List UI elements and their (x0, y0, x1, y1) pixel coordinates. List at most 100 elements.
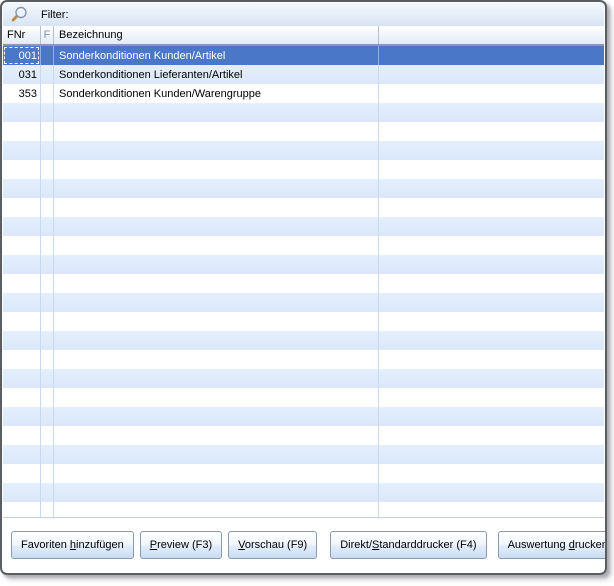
cell-bez[interactable]: Sonderkonditionen Kunden/Artikel (54, 46, 379, 65)
cell-f (41, 179, 54, 198)
cell-bez (54, 407, 379, 426)
column-header-fnr[interactable]: FNr (3, 26, 41, 44)
cell-spacer[interactable] (379, 65, 604, 84)
cell-spacer (379, 388, 604, 407)
table-row-empty (3, 198, 604, 217)
table-row-empty (3, 445, 604, 464)
cell-fnr (3, 312, 41, 331)
cell-spacer (379, 103, 604, 122)
table-row[interactable]: 031 Sonderkonditionen Lieferanten/Artikel (3, 65, 604, 84)
cell-f (41, 122, 54, 141)
cell-f (41, 198, 54, 217)
cell-fnr[interactable]: 031 (3, 65, 41, 84)
table-row-empty (3, 312, 604, 331)
cell-fnr (3, 388, 41, 407)
cell-spacer (379, 312, 604, 331)
cell-spacer (379, 217, 604, 236)
auswertung-drucken-button[interactable]: Auswertung drucken (498, 531, 607, 559)
table-row-empty (3, 141, 604, 160)
cell-spacer[interactable] (379, 84, 604, 103)
cell-spacer (379, 502, 604, 518)
table-row-empty (3, 179, 604, 198)
table-header: FNr F Bezeichnung (3, 26, 604, 46)
cell-bez[interactable]: Sonderkonditionen Kunden/Warengruppe (54, 84, 379, 103)
table-row-empty (3, 236, 604, 255)
cell-fnr (3, 160, 41, 179)
cell-f[interactable] (41, 84, 54, 103)
cell-f (41, 350, 54, 369)
table-row-empty (3, 217, 604, 236)
cell-bez (54, 331, 379, 350)
table-row[interactable]: 353 Sonderkonditionen Kunden/Warengruppe (3, 84, 604, 103)
cell-spacer (379, 179, 604, 198)
window-content: Filter: FNr F Bezeichnung 001 Sonderkondi… (3, 3, 604, 572)
cell-f (41, 483, 54, 502)
table-row-empty (3, 160, 604, 179)
cell-f[interactable] (41, 46, 54, 65)
cell-f (41, 274, 54, 293)
table-row-empty (3, 464, 604, 483)
table-body: 001 Sonderkonditionen Kunden/Artikel 031 So… (3, 46, 604, 518)
cell-f (41, 388, 54, 407)
vorschau-f9-button[interactable]: Vorschau (F9) (228, 531, 317, 559)
filter-bar: Filter: (3, 3, 604, 26)
cell-f (41, 331, 54, 350)
cell-spacer (379, 483, 604, 502)
favoriten-hinzufuegen-button[interactable]: Favoriten hinzufügen (11, 531, 134, 559)
cell-fnr (3, 369, 41, 388)
cell-bez (54, 160, 379, 179)
cell-bez (54, 122, 379, 141)
cell-fnr[interactable]: 353 (3, 84, 41, 103)
cell-fnr (3, 293, 41, 312)
table-row-empty (3, 502, 604, 518)
cell-fnr (3, 255, 41, 274)
cell-fnr (3, 122, 41, 141)
cell-f (41, 255, 54, 274)
column-header-f[interactable]: F (41, 26, 54, 44)
preview-f3-button[interactable]: Preview (F3) (140, 531, 222, 559)
cell-spacer (379, 426, 604, 445)
cell-fnr (3, 502, 41, 518)
cell-f (41, 160, 54, 179)
table-row-empty (3, 350, 604, 369)
cell-fnr (3, 236, 41, 255)
cell-fnr (3, 103, 41, 122)
cell-f (41, 236, 54, 255)
cell-fnr[interactable]: 001 (3, 46, 41, 65)
cell-spacer (379, 331, 604, 350)
cell-spacer (379, 160, 604, 179)
cell-fnr (3, 179, 41, 198)
column-header-bezeichnung[interactable]: Bezeichnung (54, 26, 379, 44)
cell-spacer (379, 274, 604, 293)
table-row[interactable]: 001 Sonderkonditionen Kunden/Artikel (3, 46, 604, 65)
cell-spacer[interactable] (379, 46, 604, 65)
filter-label: Filter: (41, 9, 69, 21)
cell-bez (54, 103, 379, 122)
cell-spacer (379, 464, 604, 483)
cell-bez (54, 502, 379, 518)
cell-spacer (379, 407, 604, 426)
cell-f (41, 407, 54, 426)
cell-spacer (379, 236, 604, 255)
direkt-standarddrucker-f4-button[interactable]: Direkt/Standarddrucker (F4) (330, 531, 486, 559)
cell-spacer (379, 122, 604, 141)
cell-fnr (3, 274, 41, 293)
cell-fnr (3, 483, 41, 502)
cell-f (41, 312, 54, 331)
cell-bez (54, 426, 379, 445)
cell-bez[interactable]: Sonderkonditionen Lieferanten/Artikel (54, 65, 379, 84)
table-row-empty (3, 255, 604, 274)
cell-bez (54, 255, 379, 274)
table-row-empty (3, 274, 604, 293)
cell-f[interactable] (41, 65, 54, 84)
cell-spacer (379, 369, 604, 388)
cell-spacer (379, 198, 604, 217)
table-row-empty (3, 369, 604, 388)
report-selection-window: Filter: FNr F Bezeichnung 001 Sonderkondi… (0, 0, 607, 575)
filter-input[interactable] (75, 3, 605, 26)
cell-f (41, 369, 54, 388)
cell-fnr (3, 426, 41, 445)
cell-bez (54, 445, 379, 464)
cell-f (41, 426, 54, 445)
table-row-empty (3, 407, 604, 426)
